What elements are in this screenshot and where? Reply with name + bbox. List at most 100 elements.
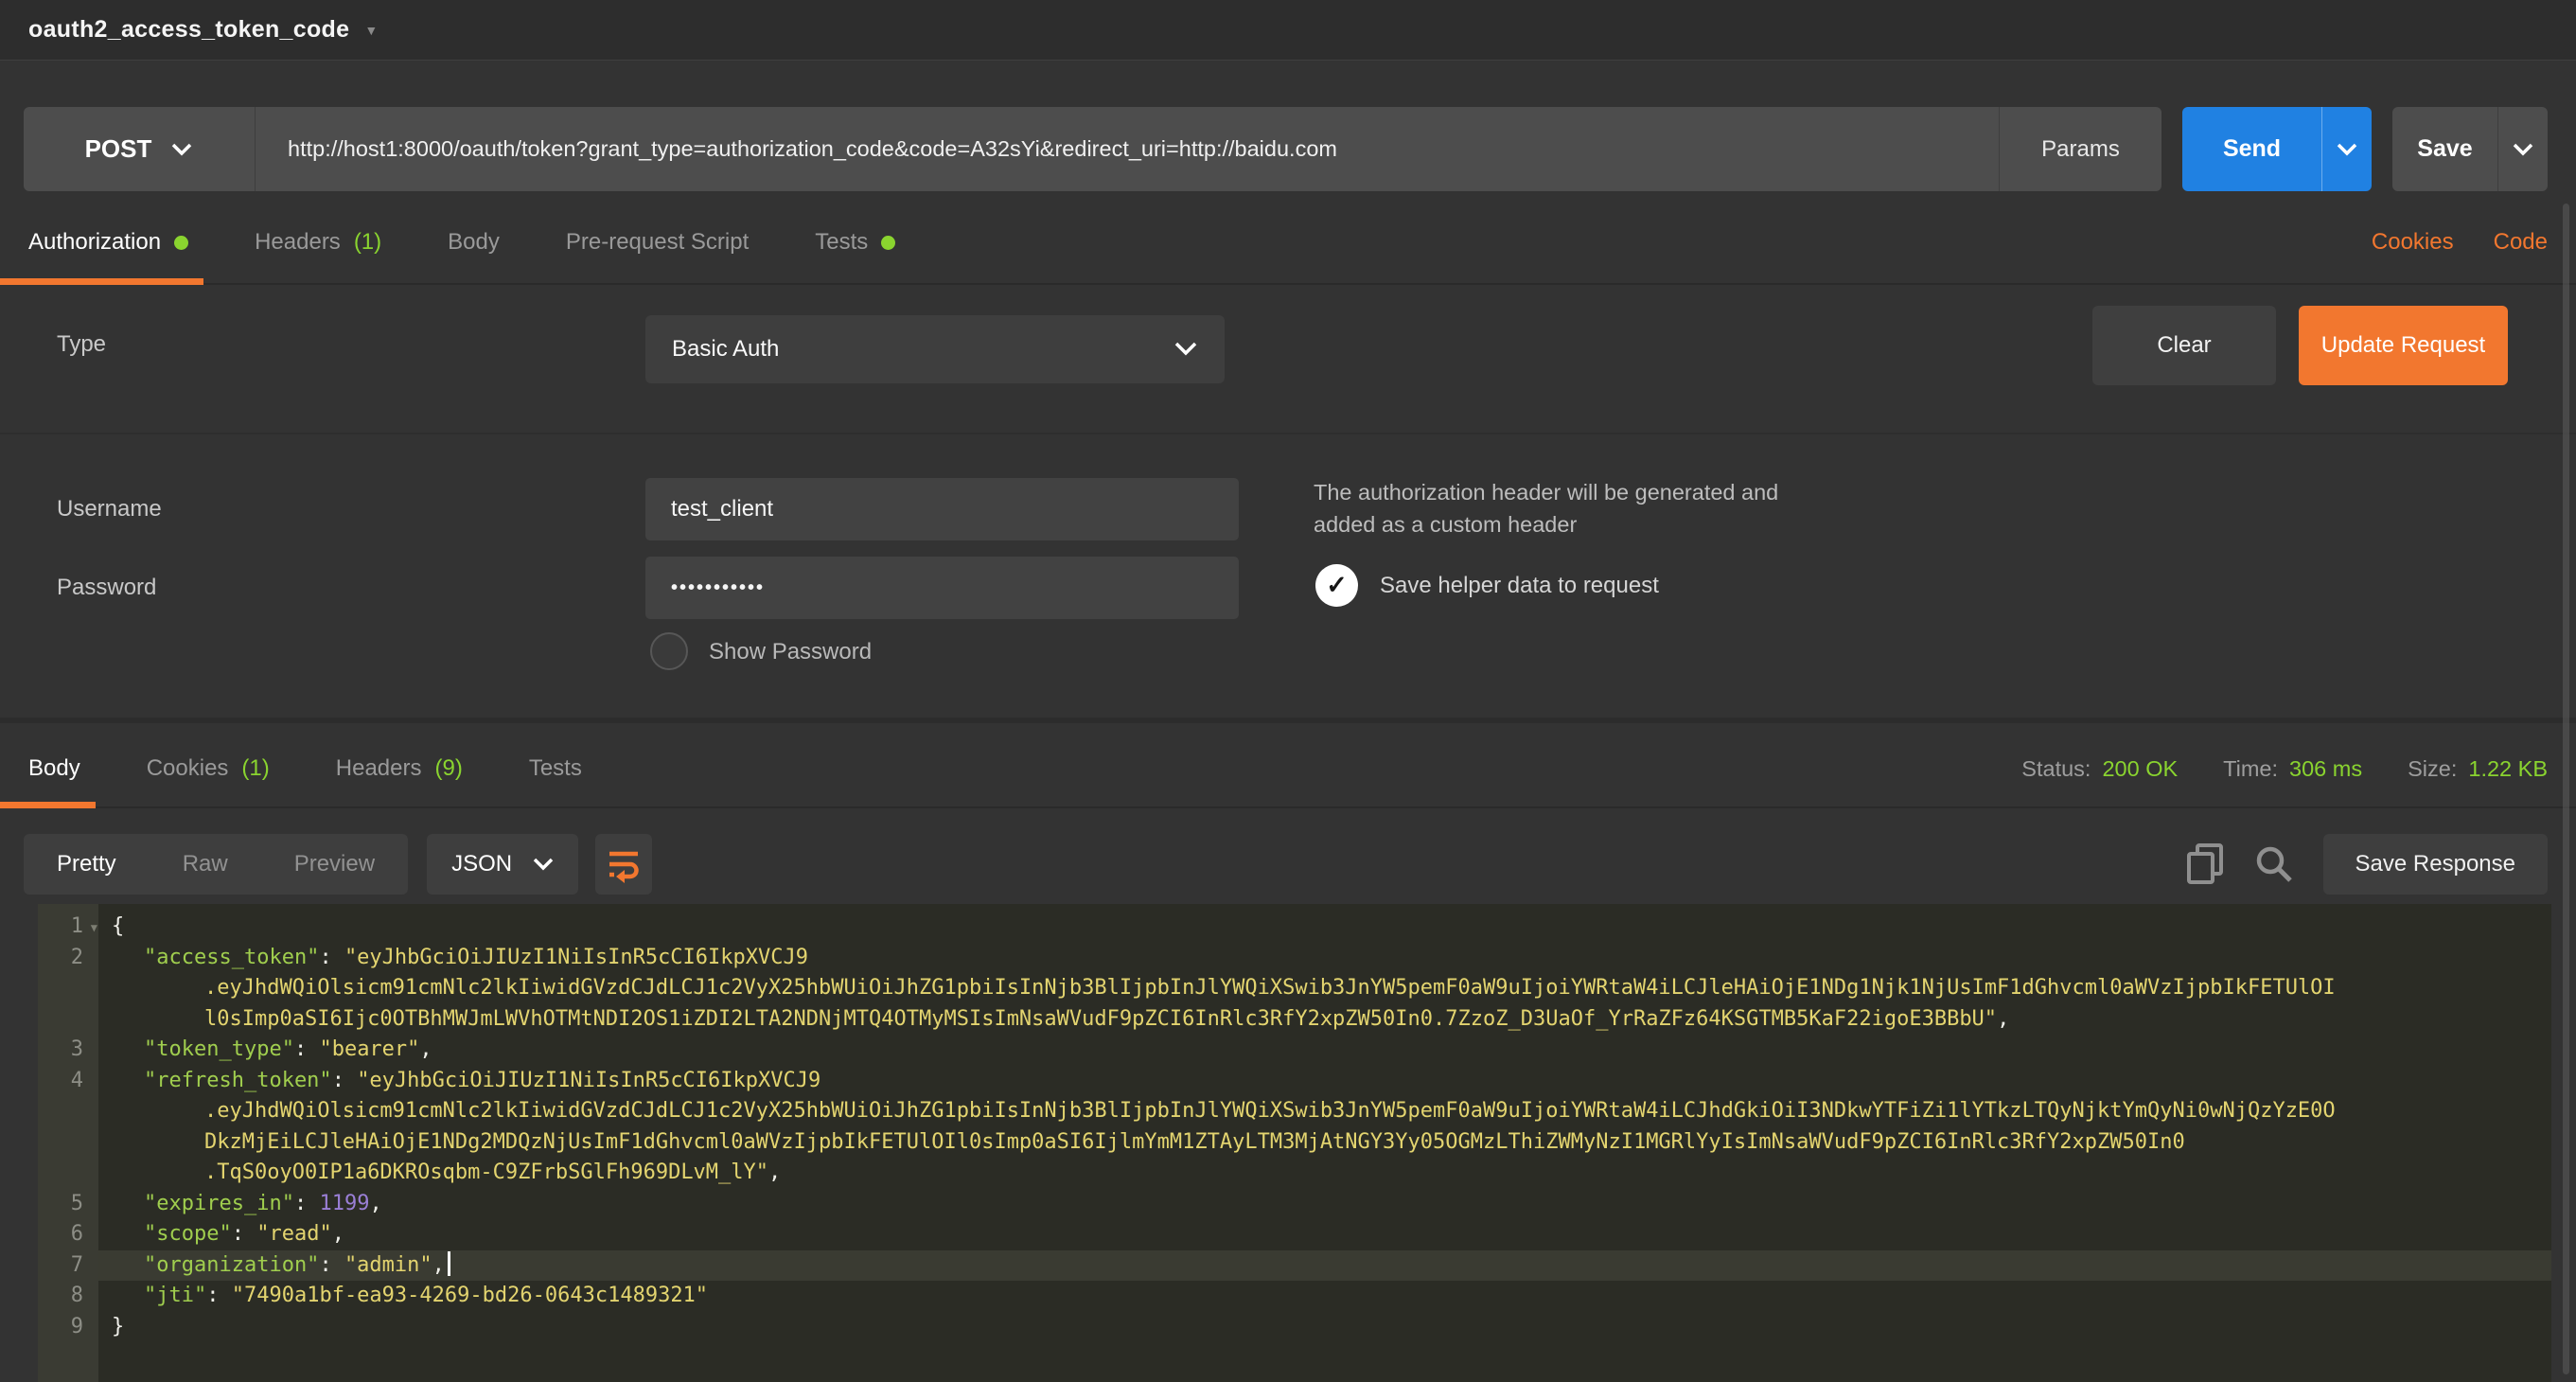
code-token: "bearer" xyxy=(319,1037,419,1061)
line-number: 8 xyxy=(38,1281,98,1312)
chevron-down-icon xyxy=(170,142,193,156)
save-label[interactable]: Save xyxy=(2392,107,2498,191)
code-token: "jti" xyxy=(144,1284,206,1307)
view-tab-pretty[interactable]: Pretty xyxy=(24,834,150,895)
chevron-down-icon xyxy=(533,858,554,871)
auth-helper-line1: The authorization header will be generat… xyxy=(1314,476,1778,508)
code-token: { xyxy=(112,914,124,938)
code-text: .eyJhdWQiOlsicm91cmNlc2lkIiwidGVzdCJdLCJ… xyxy=(98,1096,2551,1127)
request-title-dropdown-icon[interactable]: ▼ xyxy=(364,23,378,38)
tab-count-badge: (1) xyxy=(241,755,269,782)
view-tab-raw[interactable]: Raw xyxy=(150,834,261,895)
username-input[interactable]: test_client xyxy=(645,478,1239,540)
auth-type-select[interactable]: Basic Auth xyxy=(645,315,1225,383)
code-line-wrap: .TqS0oyO0IP1a6DKROsqbm-C9ZFrbSGlFh969DLv… xyxy=(38,1158,2551,1189)
response-tab-tests[interactable]: Tests xyxy=(529,731,582,806)
status-value: 306 ms xyxy=(2289,756,2362,782)
copy-icon xyxy=(2185,842,2225,887)
tab-label: Tests xyxy=(815,229,868,256)
line-number xyxy=(38,1127,98,1159)
fold-toggle-icon[interactable]: ▼ xyxy=(91,912,97,944)
code-text: .TqS0oyO0IP1a6DKROsqbm-C9ZFrbSGlFh969DLv… xyxy=(98,1158,2551,1189)
response-format-select[interactable]: JSON xyxy=(427,834,578,895)
params-button[interactable]: Params xyxy=(1999,107,2161,191)
response-tab-body[interactable]: Body xyxy=(28,731,80,806)
response-time: Time:306 ms xyxy=(2223,756,2362,782)
line-number: 6 xyxy=(38,1219,98,1250)
copy-response-button[interactable] xyxy=(2185,842,2225,887)
chevron-down-icon xyxy=(2337,143,2357,156)
cookies-link[interactable]: Cookies xyxy=(2372,229,2454,256)
response-size: Size: 1.22 KB xyxy=(2408,756,2548,782)
code-token: : xyxy=(332,1069,358,1092)
code-text: "expires_in": 1199, xyxy=(98,1189,2551,1220)
send-label[interactable]: Send xyxy=(2182,107,2322,191)
code-token: "organization" xyxy=(144,1253,319,1277)
status-label: Size: xyxy=(2408,756,2457,782)
url-input[interactable]: http://host1:8000/oauth/token?grant_type… xyxy=(256,107,1999,191)
request-title[interactable]: oauth2_access_token_code xyxy=(28,16,349,44)
send-options-button[interactable] xyxy=(2322,107,2372,191)
response-status-bar: Status:200 OKTime:306 msSize:1.22 KB xyxy=(2021,756,2548,782)
code-line-wrap: DkzMjEiLCJleHAiOjE1NDg2MDQzNjUsImF1dGhvc… xyxy=(38,1127,2551,1159)
line-number: 1▼ xyxy=(38,912,98,943)
code-line-4: 4"refresh_token": "eyJhbGciOiJIUzI1NiIsI… xyxy=(38,1066,2551,1097)
line-number: 4 xyxy=(38,1066,98,1097)
vertical-scrollbar[interactable] xyxy=(2563,204,2569,1374)
code-token: .TqS0oyO0IP1a6DKROsqbm-C9ZFrbSGlFh969DLv… xyxy=(204,1161,768,1184)
search-icon xyxy=(2253,843,2295,885)
tab-label: Headers xyxy=(336,755,422,782)
response-tabs-bar: BodyCookies(1)Headers(9)Tests Status:200… xyxy=(0,718,2576,808)
password-input[interactable]: ••••••••••• xyxy=(645,557,1239,619)
request-tab-pre-request-script[interactable]: Pre-request Script xyxy=(566,202,749,283)
save-helper-checkbox[interactable]: ✓ xyxy=(1315,564,1358,607)
search-response-button[interactable] xyxy=(2253,843,2295,885)
wrap-text-icon xyxy=(605,845,643,883)
line-number: 9 xyxy=(38,1312,98,1343)
view-tab-preview[interactable]: Preview xyxy=(261,834,408,895)
status-value: 200 OK xyxy=(2102,756,2178,782)
save-button[interactable]: Save xyxy=(2392,107,2548,191)
update-request-button[interactable]: Update Request xyxy=(2299,306,2508,385)
response-toolbar: PrettyRawPreview JSON Save Response xyxy=(24,822,2548,907)
code-token: "admin" xyxy=(344,1253,432,1277)
code-text: } xyxy=(98,1312,2551,1343)
save-options-button[interactable] xyxy=(2498,107,2548,191)
request-tab-headers[interactable]: Headers(1) xyxy=(255,202,381,283)
request-tab-tests[interactable]: Tests xyxy=(815,202,895,283)
clear-button[interactable]: Clear xyxy=(2092,306,2276,385)
code-line-6: 6"scope": "read", xyxy=(38,1219,2551,1250)
code-link[interactable]: Code xyxy=(2494,229,2548,256)
show-password-radio[interactable] xyxy=(650,632,688,670)
code-token: DkzMjEiLCJleHAiOjE1NDg2MDQzNjUsImF1dGhvc… xyxy=(204,1130,2185,1154)
response-tab-cookies[interactable]: Cookies (1) xyxy=(147,731,270,806)
code-token: "read" xyxy=(256,1222,331,1246)
request-editor-tabs: Authorization Headers(1) Body Pre-request S… xyxy=(0,202,2576,285)
response-tab-headers[interactable]: Headers(9) xyxy=(336,731,463,806)
request-tab-body[interactable]: Body xyxy=(448,202,500,283)
tab-label: Cookies xyxy=(147,755,229,782)
green-status-dot-icon xyxy=(881,236,895,250)
tab-label: Pre-request Script xyxy=(566,229,749,256)
request-tab-authorization[interactable]: Authorization xyxy=(28,202,188,283)
auth-helper-text: The authorization header will be generat… xyxy=(1314,476,1778,540)
username-label: Username xyxy=(57,496,162,523)
code-token: : xyxy=(294,1037,320,1061)
request-tab-bar: oauth2_access_token_code ▼ xyxy=(0,0,2576,61)
save-helper-label: Save helper data to request xyxy=(1380,573,1659,599)
line-number xyxy=(38,1158,98,1189)
chevron-down-icon xyxy=(1173,336,1198,363)
method-selector[interactable]: POST xyxy=(24,107,256,191)
request-tabs-group: Authorization Headers(1) Body Pre-request S… xyxy=(28,202,962,283)
send-button[interactable]: Send xyxy=(2182,107,2372,191)
status-value: 1.22 KB xyxy=(2468,756,2548,782)
code-token: , xyxy=(369,1192,381,1215)
code-line-1: 1▼ { xyxy=(38,912,2551,943)
save-response-button[interactable]: Save Response xyxy=(2323,834,2548,895)
wrap-text-button[interactable] xyxy=(595,834,652,895)
code-token: "token_type" xyxy=(144,1037,294,1061)
green-status-dot-icon xyxy=(174,236,188,250)
code-text: .eyJhdWQiOlsicm91cmNlc2lkIiwidGVzdCJdLCJ… xyxy=(98,973,2551,1004)
response-json: 1▼{2"access_token": "eyJhbGciOiJIUzI1NiI… xyxy=(38,904,2551,1342)
response-body-viewer[interactable]: 1▼{2"access_token": "eyJhbGciOiJIUzI1NiI… xyxy=(38,904,2551,1382)
